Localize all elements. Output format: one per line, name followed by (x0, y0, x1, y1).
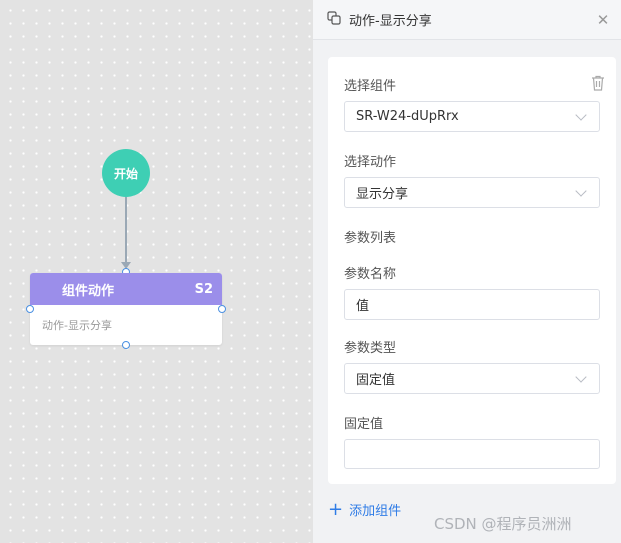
select-action-label: 选择动作 (344, 155, 397, 170)
select-component-label: 选择组件 (344, 79, 397, 94)
trash-icon[interactable] (590, 74, 606, 92)
action-node-header: 组件动作 S2 (30, 273, 222, 305)
select-component-value: SR-W24-dUpRrx (356, 109, 459, 124)
node-port-right[interactable] (218, 305, 226, 313)
chevron-down-icon (575, 370, 587, 383)
select-action-dropdown[interactable]: 显示分享 (344, 177, 600, 208)
param-name-label: 参数名称 (344, 267, 397, 282)
start-node-label: 开始 (113, 166, 138, 181)
chevron-down-icon (575, 108, 587, 121)
close-icon[interactable]: ✕ (595, 12, 611, 28)
select-action-value: 显示分享 (356, 187, 409, 202)
action-config-card: 选择组件 SR-W24-dUpRrx 选择动作 显示分享 参数列表 参数名称 值… (328, 57, 616, 484)
param-name-field[interactable]: 值 (344, 289, 600, 320)
param-type-label: 参数类型 (344, 341, 397, 356)
component-icon (327, 10, 341, 29)
action-node-subtitle: 动作-显示分享 (42, 319, 112, 332)
param-type-value: 固定值 (356, 373, 396, 388)
watermark: CSDN @程序员洲洲 (434, 515, 572, 533)
add-component-label: 添加组件 (349, 504, 402, 519)
select-component-dropdown[interactable]: SR-W24-dUpRrx (344, 101, 600, 132)
param-name-value: 值 (356, 299, 370, 314)
flow-edge[interactable] (125, 197, 127, 265)
add-component-button[interactable]: + 添加组件 (328, 500, 401, 519)
properties-panel: 动作-显示分享 ✕ 选择组件 SR-W24-dUpRrx 选择动作 显示分享 参… (313, 0, 621, 543)
param-type-dropdown[interactable]: 固定值 (344, 363, 600, 394)
node-port-bottom[interactable] (122, 341, 130, 349)
start-node[interactable]: 开始 (102, 149, 150, 197)
action-node[interactable]: 组件动作 S2 动作-显示分享 (30, 273, 222, 345)
flow-canvas[interactable]: 开始 组件动作 S2 动作-显示分享 (0, 0, 313, 543)
panel-title: 动作-显示分享 (349, 14, 432, 29)
panel-header: 动作-显示分享 ✕ (313, 0, 621, 40)
fixed-value-label: 固定值 (344, 417, 384, 432)
param-list-label: 参数列表 (344, 231, 397, 246)
action-node-badge: S2 (194, 281, 213, 297)
chevron-down-icon (575, 184, 587, 197)
node-port-left[interactable] (26, 305, 34, 313)
fixed-value-input[interactable] (344, 439, 600, 469)
plus-icon: + (328, 498, 344, 520)
action-node-title: 组件动作 (62, 283, 115, 299)
